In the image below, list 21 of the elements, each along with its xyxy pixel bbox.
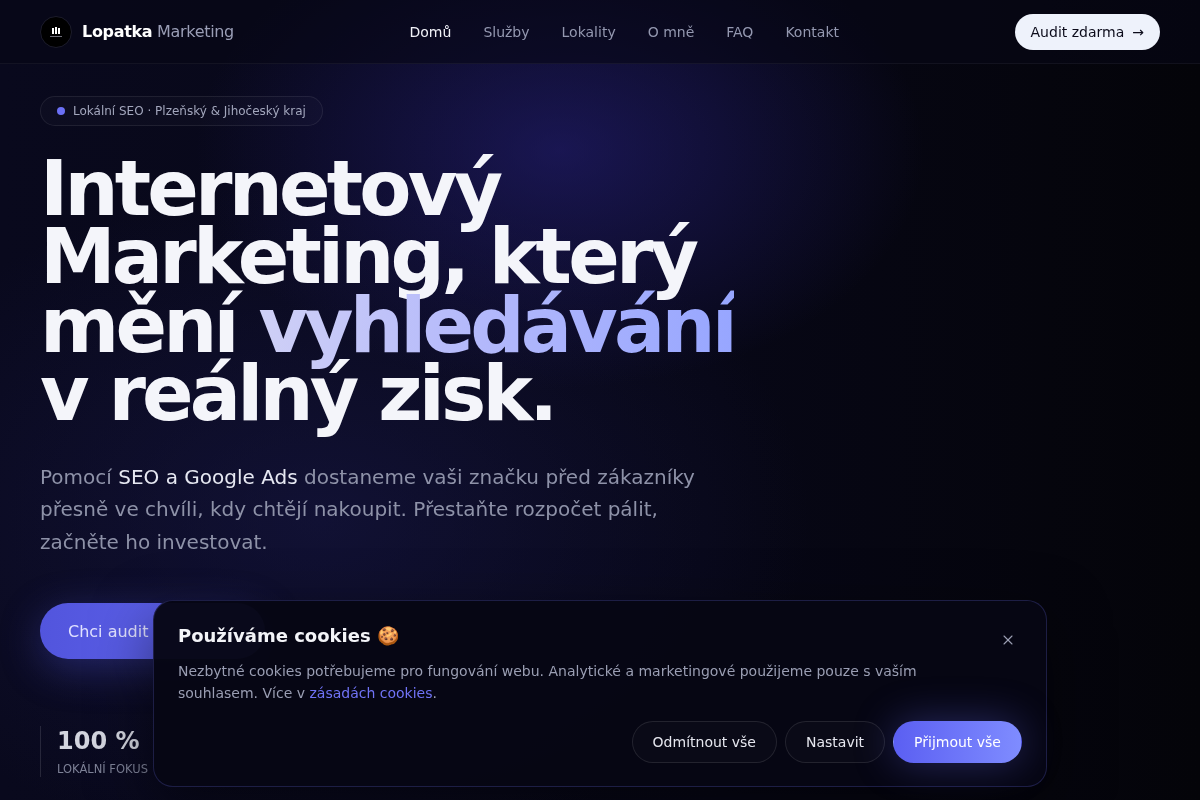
secondary-button[interactable]: Odmítnout vše [631, 721, 777, 763]
secondary-button[interactable]: Nastavit [784, 721, 886, 763]
nav-link[interactable]: O mně [647, 23, 695, 40]
brand-name[interactable]: Lopatka Marketing [82, 22, 234, 41]
nav-link[interactable]: Kontakt [785, 23, 839, 40]
cookie-policy-link[interactable]: zásadách cookies [309, 685, 433, 701]
badge-text: Lokální SEO · Plzeňský & Jihočeský kraj [73, 104, 306, 118]
cookie-notice-text: Nezbytné cookies potřebujeme pro fungování webu. Analytické a marketingové použijeme pouze s vaším souhlasem. Více v zásadách cookies. [178, 662, 918, 703]
stat-label: LOKÁLNÍ FOKUS [57, 761, 148, 778]
arrow-icon: → [1132, 24, 1144, 39]
nav-link[interactable]: FAQ [726, 23, 754, 40]
dot-icon [57, 107, 65, 115]
logo-icon [40, 15, 72, 48]
hero-headline: Internetový Marketing, který mění vyhledávání v reálný zisk. [40, 149, 736, 441]
nav-link[interactable]: Lokality [561, 23, 616, 40]
nav-link[interactable]: Služby [483, 23, 530, 40]
stat-value: 100 % [57, 726, 141, 757]
primary-button[interactable]: Přijmout vše [893, 721, 1022, 763]
audit-button[interactable]: Audit zdarma → [1014, 13, 1160, 50]
nav-link[interactable]: Domů [409, 23, 452, 40]
hero-lead-text: Pomocí SEO a Google Ads dostaneme vaši značku před zákazníky přesně ve chvíli, kdy chtějí nakoupit. Přestaňte rozpočet pálit, začněte ho investovat. [40, 463, 696, 556]
